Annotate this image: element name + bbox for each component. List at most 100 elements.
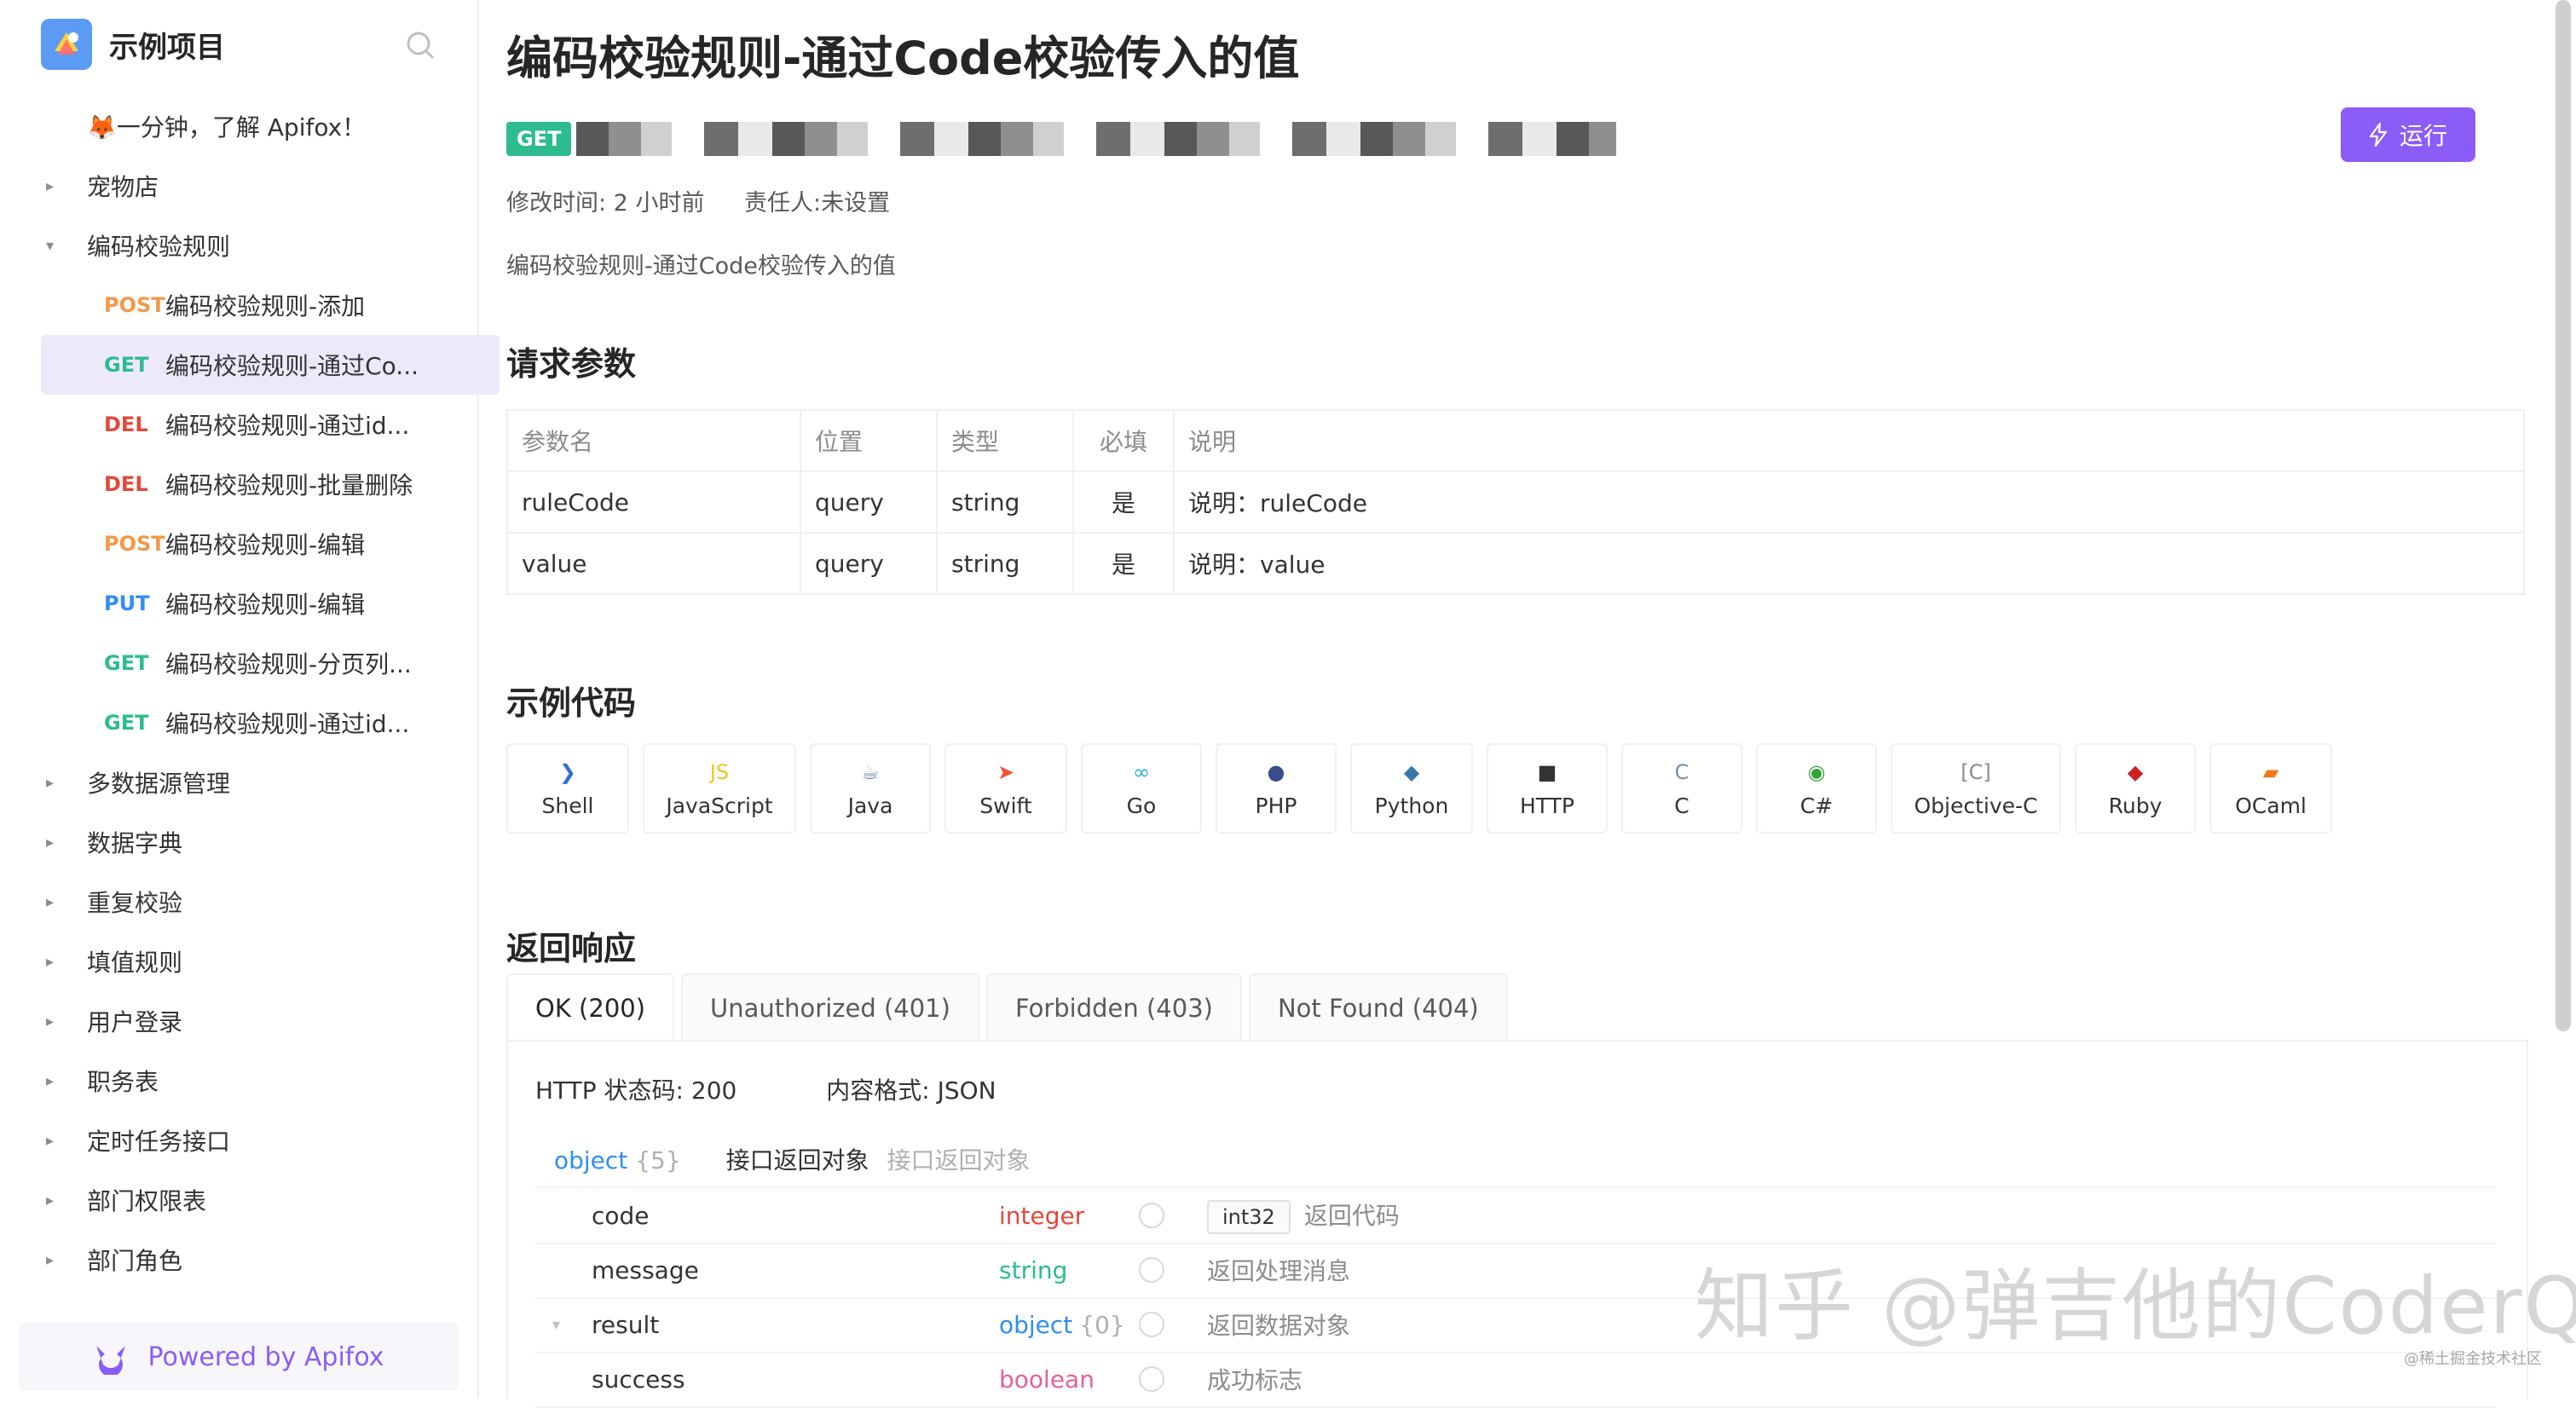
sidebar-item-label: 宠物店 xyxy=(87,173,159,201)
schema-root-row[interactable]: object {5} 接口返回对象 接口返回对象 xyxy=(535,1132,2496,1188)
sidebar-item[interactable]: POST 编码校验规则-编辑 xyxy=(0,514,477,574)
project-header[interactable]: 示例项目 xyxy=(41,19,225,70)
required-radio[interactable] xyxy=(1139,1203,1164,1228)
schema-root-desc: 接口返回对象 xyxy=(887,1146,1031,1174)
field-type: object {0} xyxy=(999,1311,1125,1339)
caret-right-icon[interactable]: ▸ xyxy=(46,1230,54,1290)
response-tab[interactable]: OK (200) xyxy=(506,973,675,1042)
powered-by-apifox[interactable]: Powered by Apifox xyxy=(19,1323,459,1391)
lang-label: HTTP xyxy=(1520,793,1574,818)
lang-ruby[interactable]: ◆ Ruby xyxy=(2075,743,2196,834)
caret-right-icon[interactable]: ▸ xyxy=(46,932,54,991)
response-tab[interactable]: Unauthorized (401) xyxy=(681,973,979,1042)
lightning-icon xyxy=(2369,123,2388,147)
lang-csharp[interactable]: ◉ C# xyxy=(1756,743,1877,834)
params-header-cell: 位置 xyxy=(800,409,938,472)
field-name: result xyxy=(592,1310,660,1339)
lang-label: Ruby xyxy=(2108,793,2163,818)
lang-http[interactable]: ■ HTTP xyxy=(1487,743,1608,834)
method-tag: GET xyxy=(104,651,149,675)
java-icon: ☕ xyxy=(861,759,880,784)
run-button[interactable]: 运行 xyxy=(2341,107,2475,162)
sidebar-item[interactable]: DEL 编码校验规则-批量删除 xyxy=(0,454,477,514)
params-cell: 说明：ruleCode xyxy=(1173,470,2525,534)
lang-php[interactable]: ● PHP xyxy=(1216,743,1337,834)
sidebar-folder[interactable]: ▾ 编码校验规则 xyxy=(0,216,477,275)
sidebar-item[interactable]: POST 编码校验规则-添加 xyxy=(0,275,477,335)
method-tag: DEL xyxy=(104,413,148,436)
caret-down-icon[interactable]: ▾ xyxy=(46,216,54,275)
sidebar-item[interactable]: GET 编码校验规则-通过id... xyxy=(0,693,477,753)
field-type-label: string xyxy=(999,1255,1068,1284)
csharp-icon: ◉ xyxy=(1807,759,1826,784)
sidebar-folder[interactable]: ▸ 定时任务接口 xyxy=(0,1111,477,1170)
params-cell: ruleCode xyxy=(506,470,801,534)
sidebar-item-label: 编码校验规则-添加 xyxy=(165,292,366,320)
params-header-cell: 类型 xyxy=(936,409,1074,472)
schema-field-row[interactable]: code integer int32 返回代码 xyxy=(535,1188,2496,1244)
field-desc-text: 返回数据对象 xyxy=(1207,1312,1351,1340)
sidebar-folder[interactable]: ▸ 填值规则 xyxy=(0,932,477,991)
lang-label: PHP xyxy=(1255,793,1297,818)
response-tab[interactable]: Not Found (404) xyxy=(1248,973,1508,1042)
lang-objective-c[interactable]: [C] Objective-C xyxy=(1891,743,2061,834)
sidebar-item[interactable]: PUT 编码校验规则-编辑 xyxy=(0,574,477,633)
sidebar-item-label: 填值规则 xyxy=(87,949,183,977)
sidebar-folder[interactable]: ▸ 多数据源管理 xyxy=(0,753,477,812)
response-tab[interactable]: Forbidden (403) xyxy=(985,973,1242,1042)
method-tag: GET xyxy=(104,353,149,377)
params-row: value query string 是说明：value xyxy=(506,532,2525,595)
params-cell: 说明：value xyxy=(1173,532,2525,595)
required-radio[interactable] xyxy=(1139,1312,1164,1337)
lang-label: Shell xyxy=(541,793,594,818)
caret-right-icon[interactable]: ▸ xyxy=(46,991,54,1051)
field-desc-text: 成功标志 xyxy=(1207,1366,1303,1394)
sidebar-folder[interactable]: ▸ 数据字典 xyxy=(0,812,477,872)
php-icon: ● xyxy=(1267,759,1285,784)
page-title: 编码校验规则-通过Code校验传入的值 xyxy=(506,32,1300,85)
sidebar-folder[interactable]: ▸ 部门角色 xyxy=(0,1230,477,1290)
lang-shell[interactable]: ❯ Shell xyxy=(506,743,629,834)
go-icon: ∞ xyxy=(1133,759,1150,784)
http-icon: ■ xyxy=(1537,759,1557,784)
sidebar-item[interactable]: GET 编码校验规则-分页列... xyxy=(0,633,477,693)
lang-javascript[interactable]: JS JavaScript xyxy=(643,743,796,834)
javascript-icon: JS xyxy=(709,759,730,784)
lang-label: OCaml xyxy=(2235,793,2307,818)
project-logo-icon xyxy=(41,19,92,70)
caret-right-icon[interactable]: ▸ xyxy=(46,812,54,872)
sidebar-folder[interactable]: ▸ 职务表 xyxy=(0,1051,477,1111)
sidebar-item[interactable]: 🦊一分钟，了解 Apifox！ xyxy=(0,96,477,156)
api-tree: 🦊一分钟，了解 Apifox！ ▸ 宠物店 ▾ 编码校验规则 POST 编码校验规则-添加 G… xyxy=(0,96,500,1290)
lang-swift[interactable]: ➤ Swift xyxy=(944,743,1067,834)
lang-label: Go xyxy=(1126,793,1157,818)
lang-java[interactable]: ☕ Java xyxy=(810,743,931,834)
caret-right-icon[interactable]: ▸ xyxy=(46,1170,54,1230)
sidebar-folder[interactable]: ▸ 重复校验 xyxy=(0,872,477,932)
page-scrollbar[interactable] xyxy=(2556,0,2571,1031)
lang-c[interactable]: CC xyxy=(1621,743,1742,834)
sidebar-folder[interactable]: ▸ 用户登录 xyxy=(0,991,477,1051)
lang-ocaml[interactable]: ▰ OCaml xyxy=(2209,743,2332,834)
method-badge: GET xyxy=(506,122,572,156)
lang-python[interactable]: ◆ Python xyxy=(1350,743,1473,834)
caret-right-icon[interactable]: ▸ xyxy=(46,1051,54,1111)
sidebar-folder[interactable]: ▸ 部门权限表 xyxy=(0,1170,477,1230)
caret-right-icon[interactable]: ▸ xyxy=(46,1111,54,1170)
lang-go[interactable]: ∞ Go xyxy=(1081,743,1202,834)
params-row: ruleCode query string 是说明：ruleCode xyxy=(506,470,2525,534)
required-radio[interactable] xyxy=(1139,1257,1164,1283)
schema-root-count: {5} xyxy=(635,1146,681,1174)
sidebar-folder[interactable]: ▸ 宠物店 xyxy=(0,156,477,216)
caret-right-icon[interactable]: ▸ xyxy=(46,872,54,932)
expand-caret-icon[interactable]: ▾ xyxy=(552,1316,560,1334)
params-cell: string xyxy=(936,470,1074,534)
search-icon[interactable] xyxy=(404,29,436,61)
caret-right-icon[interactable]: ▸ xyxy=(46,156,54,216)
caret-right-icon[interactable]: ▸ xyxy=(46,753,54,812)
sidebar-item[interactable]: DEL 编码校验规则-通过id... xyxy=(0,395,477,454)
required-radio[interactable] xyxy=(1139,1366,1164,1392)
schema-field-row[interactable]: success boolean 成功标志 xyxy=(535,1352,2496,1408)
sidebar-item[interactable]: GET 编码校验规则-通过Co... xyxy=(41,335,500,395)
method-tag: POST xyxy=(104,532,165,556)
